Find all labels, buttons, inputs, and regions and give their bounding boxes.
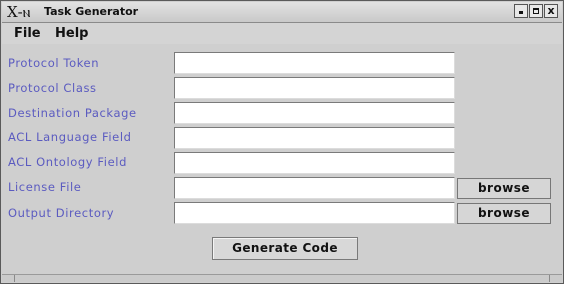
protocol-class-label: Protocol Class bbox=[8, 81, 97, 95]
protocol-token-label: Protocol Token bbox=[8, 56, 100, 70]
destination-package-label: Destination Package bbox=[8, 106, 137, 120]
grip-mark-left bbox=[14, 275, 15, 282]
protocol-token-input[interactable] bbox=[174, 52, 455, 74]
window-title: Task Generator bbox=[44, 5, 139, 18]
output-directory-label: Output Directory bbox=[8, 206, 115, 220]
acl-ontology-label: ACL Ontology Field bbox=[8, 155, 127, 169]
menu-help[interactable]: Help bbox=[52, 25, 91, 42]
close-button[interactable]: x bbox=[544, 4, 558, 18]
license-browse-button[interactable]: browse bbox=[457, 178, 551, 199]
minimize-button[interactable] bbox=[514, 4, 528, 18]
x-logo-icon[interactable]: X‑ⲛ bbox=[7, 3, 30, 21]
menu-bar: File Help bbox=[2, 23, 562, 44]
output-browse-button[interactable]: browse bbox=[457, 203, 551, 224]
generate-code-button[interactable]: Generate Code bbox=[212, 237, 358, 260]
menu-file[interactable]: File bbox=[11, 25, 44, 42]
grip-mark-right bbox=[549, 275, 550, 282]
task-generator-window: X‑ⲛ Task Generator x File Help Protocol … bbox=[0, 0, 564, 284]
protocol-class-input[interactable] bbox=[174, 77, 455, 99]
acl-language-input[interactable] bbox=[174, 127, 455, 149]
title-bar[interactable]: X‑ⲛ Task Generator x bbox=[2, 2, 562, 23]
window-controls: x bbox=[514, 4, 558, 20]
acl-ontology-input[interactable] bbox=[174, 152, 455, 174]
destination-package-input[interactable] bbox=[174, 102, 455, 124]
acl-language-label: ACL Language Field bbox=[8, 130, 132, 144]
license-file-input[interactable] bbox=[174, 177, 455, 199]
output-directory-input[interactable] bbox=[174, 202, 455, 224]
license-file-label: License File bbox=[8, 180, 82, 194]
resize-border[interactable] bbox=[2, 274, 562, 282]
maximize-button[interactable] bbox=[529, 4, 543, 18]
